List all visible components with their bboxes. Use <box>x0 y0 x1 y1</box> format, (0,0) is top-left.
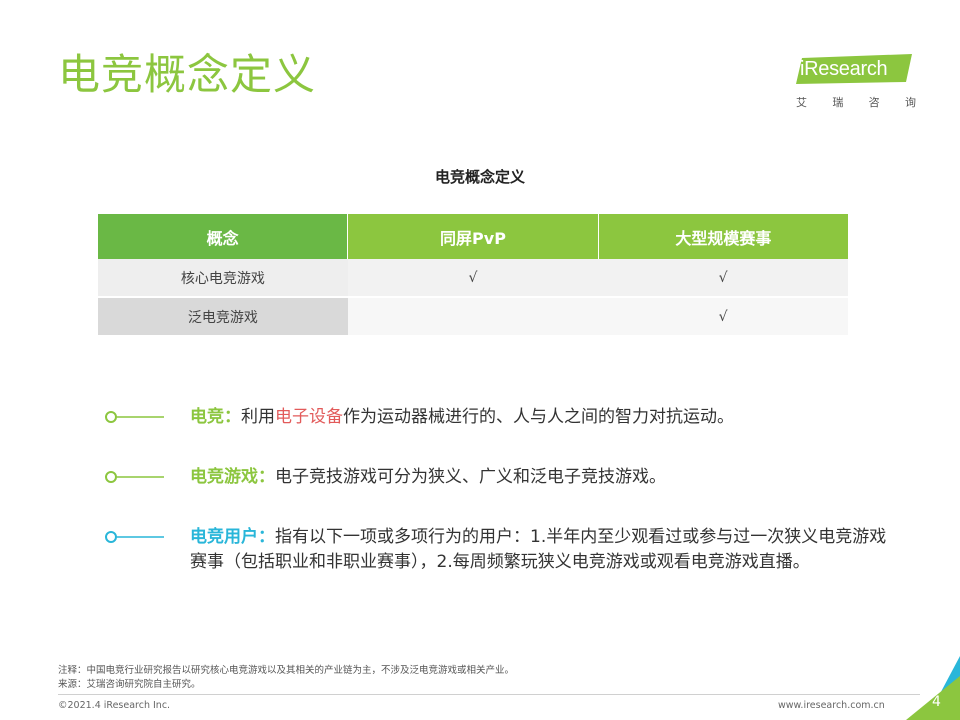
table-cell: 核心电竞游戏 <box>98 259 348 298</box>
page-number: 4 <box>932 694 941 710</box>
definition-text: 电竞用户：指有以下一项或多项行为的用户：1.半年内至少观看过或参与过一次狭义电竞… <box>190 525 890 575</box>
definition-text: 电竞游戏：电子竞技游戏可分为狭义、广义和泛电子竞技游戏。 <box>190 465 890 490</box>
logo-sub-char: 瑞 <box>832 96 844 109</box>
table-cell: √ <box>598 297 848 335</box>
definition-body: 利用 <box>241 407 275 427</box>
website-text: www.iresearch.com.cn <box>778 700 885 711</box>
footnotes: 注释：中国电竞行业研究报告以研究核心电竞游戏以及其相关的产业链为主，不涉及泛电竞… <box>58 664 514 692</box>
table-cell: √ <box>347 259 599 298</box>
table-cell: 泛电竞游戏 <box>98 297 348 335</box>
table-title: 电竞概念定义 <box>434 168 525 186</box>
table-cell: √ <box>598 259 848 298</box>
definition-body: 指有以下一项或多项行为的用户：1.半年内至少观看过或参与过一次狭义电竞游戏赛事（… <box>190 527 887 572</box>
table-cell <box>347 297 599 335</box>
definition-body: 作为运动器械进行的、人与人之间的智力对抗运动。 <box>343 407 734 427</box>
definition-highlight: 电子设备 <box>275 407 343 427</box>
definition-esports: 电竞：利用电子设备作为运动器械进行的、人与人之间的智力对抗运动。 <box>104 405 894 431</box>
table-header-row: 概念 同屏PvP 大型规模赛事 <box>98 214 848 259</box>
definition-colon: ： <box>258 467 275 487</box>
definition-colon: ： <box>258 527 275 547</box>
definition-esports-users: 电竞用户：指有以下一项或多项行为的用户：1.半年内至少观看过或参与过一次狭义电竞… <box>104 525 894 600</box>
copyright-text: ©2021.4 iResearch Inc. <box>58 700 171 711</box>
table-row: 核心电竞游戏 √ √ <box>98 259 848 298</box>
definition-term: 电竞用户 <box>190 527 258 547</box>
iresearch-logo: iResearch 艾 瑞 咨 询 <box>788 46 918 116</box>
definition-body: 电子竞技游戏可分为狭义、广义和泛电子竞技游戏。 <box>275 467 666 487</box>
page-title: 电竞概念定义 <box>58 50 317 99</box>
corner-decoration-icon <box>906 656 960 720</box>
definition-colon: ： <box>224 407 241 427</box>
footnote-note: 注释：中国电竞行业研究报告以研究核心电竞游戏以及其相关的产业链为主，不涉及泛电竞… <box>58 665 515 676</box>
bullet-connector-icon <box>105 411 164 423</box>
bullet-connector-icon <box>105 531 164 543</box>
logo-subtitle: 艾 瑞 咨 询 <box>796 94 916 110</box>
logo-sub-char: 艾 <box>796 96 807 109</box>
bullet-connector-icon <box>105 471 164 483</box>
footnote-source: 来源：艾瑞咨询研究院自主研究。 <box>58 679 201 690</box>
definition-term: 电竞游戏 <box>190 467 258 487</box>
logo-text: iResearch <box>800 58 888 80</box>
concept-table: 概念 同屏PvP 大型规模赛事 核心电竞游戏 √ √ 泛电竞游戏 √ <box>98 214 848 335</box>
definition-text: 电竞：利用电子设备作为运动器械进行的、人与人之间的智力对抗运动。 <box>190 405 890 430</box>
column-header-concept: 概念 <box>98 214 348 259</box>
footer-divider <box>58 694 920 695</box>
definition-esports-games: 电竞游戏：电子竞技游戏可分为狭义、广义和泛电子竞技游戏。 <box>104 465 894 491</box>
definition-term: 电竞 <box>190 407 224 427</box>
column-header-large-events: 大型规模赛事 <box>597 214 848 259</box>
logo-sub-char: 询 <box>904 96 916 109</box>
table-row: 泛电竞游戏 √ <box>98 297 848 335</box>
column-header-pvp: 同屏PvP <box>347 214 599 259</box>
logo-sub-char: 咨 <box>868 96 880 109</box>
